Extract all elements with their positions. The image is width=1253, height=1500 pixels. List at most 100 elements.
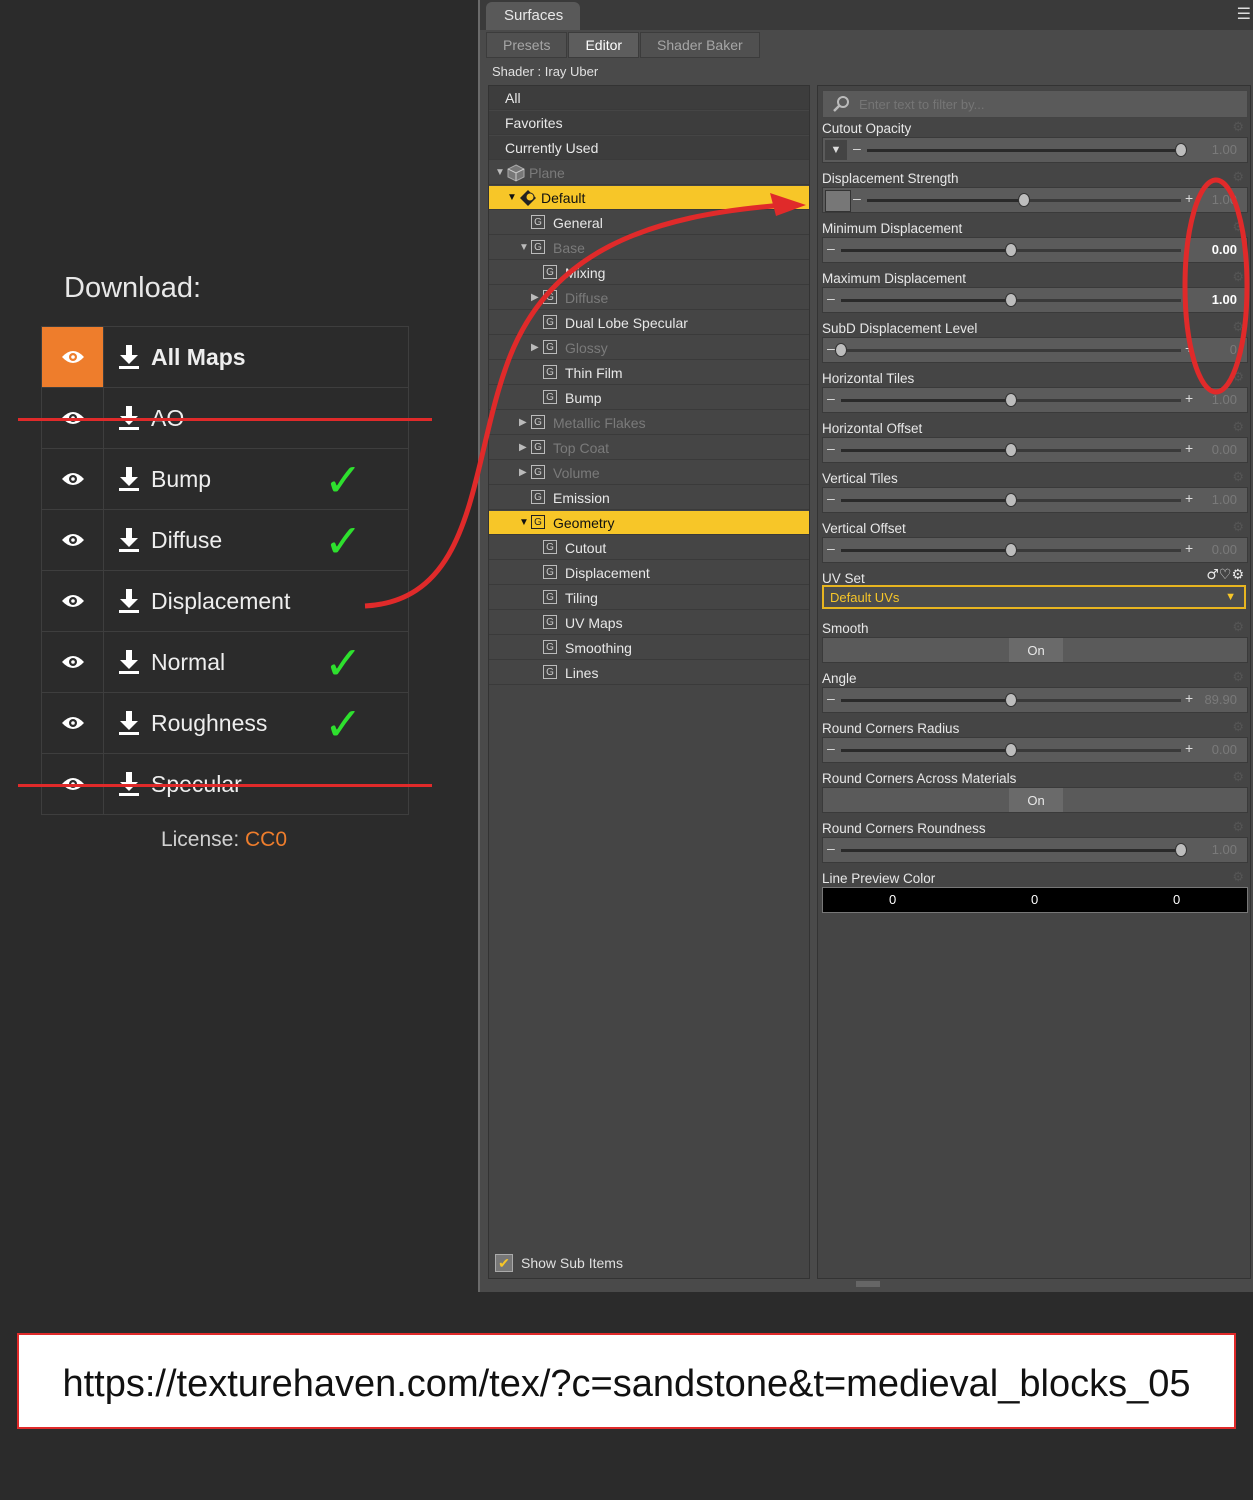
property-slider[interactable]: – +1.00 [822, 187, 1248, 213]
expand-right-icon[interactable]: ▶ [519, 461, 527, 485]
gear-icon[interactable]: ⚙ [1232, 369, 1244, 385]
uv-set-icons[interactable]: ♂♡⚙ [1206, 567, 1244, 583]
decrement-icon[interactable]: – [827, 490, 835, 506]
increment-icon[interactable]: + [1185, 190, 1193, 206]
tree-item[interactable]: ▶ G Top Coat [489, 436, 809, 460]
tree-filter-item[interactable]: Favorites [489, 111, 809, 135]
decrement-icon[interactable]: – [827, 540, 835, 556]
tree-item[interactable]: G UV Maps [489, 611, 809, 635]
increment-icon[interactable]: + [1185, 490, 1193, 506]
gear-icon[interactable]: ⚙ [1232, 169, 1244, 185]
slider-track[interactable] [835, 343, 1181, 357]
download-icon[interactable] [118, 343, 140, 371]
download-row[interactable]: Normal ✓ [42, 632, 408, 693]
property-slider[interactable]: ▼ – 1.00 [822, 137, 1248, 163]
gear-icon[interactable]: ⚙ [1232, 219, 1244, 235]
download-icon[interactable] [118, 587, 140, 615]
download-icon[interactable] [118, 465, 140, 493]
tree-item[interactable]: G Bump [489, 386, 809, 410]
map-thumbnail[interactable] [825, 190, 851, 212]
preview-eye-button[interactable] [42, 632, 104, 692]
color-channel-value[interactable]: 0 [889, 892, 896, 907]
slider-knob[interactable] [1005, 243, 1017, 257]
expand-down-icon[interactable]: ▼ [519, 511, 529, 535]
gear-icon[interactable]: ⚙ [1232, 319, 1244, 335]
decrement-icon[interactable]: – [827, 340, 835, 356]
tree-item[interactable]: ▶ G Metallic Flakes [489, 411, 809, 435]
property-slider[interactable]: – +0 [822, 337, 1248, 363]
download-icon[interactable] [118, 526, 140, 554]
slider-knob[interactable] [1005, 543, 1017, 557]
gear-icon[interactable]: ⚙ [1232, 769, 1244, 785]
tree-item[interactable]: G Emission [489, 486, 809, 510]
slider-track[interactable] [841, 743, 1181, 757]
slider-knob[interactable] [835, 343, 847, 357]
slider-track[interactable] [841, 543, 1181, 557]
tree-filter-item[interactable]: All [489, 86, 809, 110]
preview-eye-button[interactable] [42, 327, 104, 387]
color-channel-value[interactable]: 0 [1173, 892, 1180, 907]
decrement-icon[interactable]: – [827, 690, 835, 706]
gear-icon[interactable]: ⚙ [1232, 869, 1244, 885]
slider-knob[interactable] [1005, 743, 1017, 757]
line-preview-color-field[interactable]: 0 0 0 [822, 887, 1248, 913]
expand-right-icon[interactable]: ▶ [531, 336, 539, 360]
slider-knob[interactable] [1018, 193, 1030, 207]
tree-item[interactable]: ▼ G Base [489, 236, 809, 260]
tab-editor[interactable]: Editor [568, 32, 640, 58]
resize-grip[interactable] [856, 1281, 880, 1287]
expand-right-icon[interactable]: ▶ [531, 286, 539, 310]
slider-value[interactable]: 1.00 [1212, 142, 1237, 157]
preview-eye-button[interactable] [42, 693, 104, 753]
tree-item[interactable]: G General [489, 211, 809, 235]
tree-item[interactable]: G Dual Lobe Specular [489, 311, 809, 335]
download-icon[interactable] [118, 648, 140, 676]
slider-knob[interactable] [1005, 693, 1017, 707]
increment-icon[interactable]: + [1185, 440, 1193, 456]
slider-value[interactable]: 0.00 [1212, 442, 1237, 457]
filter-input[interactable] [857, 93, 1241, 115]
decrement-icon[interactable]: – [827, 740, 835, 756]
decrement-icon[interactable]: – [827, 290, 835, 306]
download-row[interactable]: Roughness ✓ [42, 693, 408, 754]
decrement-icon[interactable]: – [827, 240, 835, 256]
tree-item[interactable]: ▼ G Geometry [489, 511, 809, 535]
tree-item[interactable]: ▶ G Volume [489, 461, 809, 485]
color-channel-value[interactable]: 0 [1031, 892, 1038, 907]
property-slider[interactable]: – 0.00 [822, 237, 1248, 263]
slider-knob[interactable] [1005, 393, 1017, 407]
tree-filter-item[interactable]: Currently Used [489, 136, 809, 160]
property-toggle[interactable]: On [822, 787, 1248, 813]
decrement-icon[interactable]: – [853, 190, 861, 206]
license-value[interactable]: CC0 [245, 828, 287, 851]
gear-icon[interactable]: ⚙ [1232, 619, 1244, 635]
slider-track[interactable] [841, 393, 1181, 407]
slider-value[interactable]: 1.00 [1212, 842, 1237, 857]
uv-set-dropdown[interactable]: Default UVs ▼ [822, 585, 1246, 609]
decrement-icon[interactable]: – [827, 840, 835, 856]
gear-icon[interactable]: ⚙ [1232, 269, 1244, 285]
download-row[interactable]: Displacement [42, 571, 408, 632]
gear-icon[interactable]: ⚙ [1232, 719, 1244, 735]
slider-track[interactable] [841, 843, 1187, 857]
increment-icon[interactable]: + [1185, 340, 1193, 356]
download-icon[interactable] [118, 709, 140, 737]
toggle-on-state[interactable]: On [1009, 638, 1063, 662]
slider-value[interactable]: 0.00 [1212, 542, 1237, 557]
expand-down-icon[interactable]: ▼ [507, 186, 517, 210]
property-toggle[interactable]: On [822, 637, 1248, 663]
property-slider[interactable]: – +0.00 [822, 537, 1248, 563]
slider-knob[interactable] [1175, 143, 1187, 157]
tree-item[interactable]: ▼ Plane [489, 161, 809, 185]
panel-menu-icon[interactable]: ☰ [1237, 4, 1251, 24]
toggle-on-state[interactable]: On [1009, 788, 1063, 812]
decrement-icon[interactable]: – [827, 390, 835, 406]
gear-icon[interactable]: ⚙ [1232, 819, 1244, 835]
slider-track[interactable] [841, 293, 1181, 307]
property-slider[interactable]: – +0.00 [822, 737, 1248, 763]
tree-item[interactable]: G Smoothing [489, 636, 809, 660]
property-slider[interactable]: – 1.00 [822, 837, 1248, 863]
download-row[interactable]: All Maps [42, 327, 408, 388]
download-row[interactable]: Diffuse ✓ [42, 510, 408, 571]
slider-value[interactable]: 1.00 [1212, 492, 1237, 507]
